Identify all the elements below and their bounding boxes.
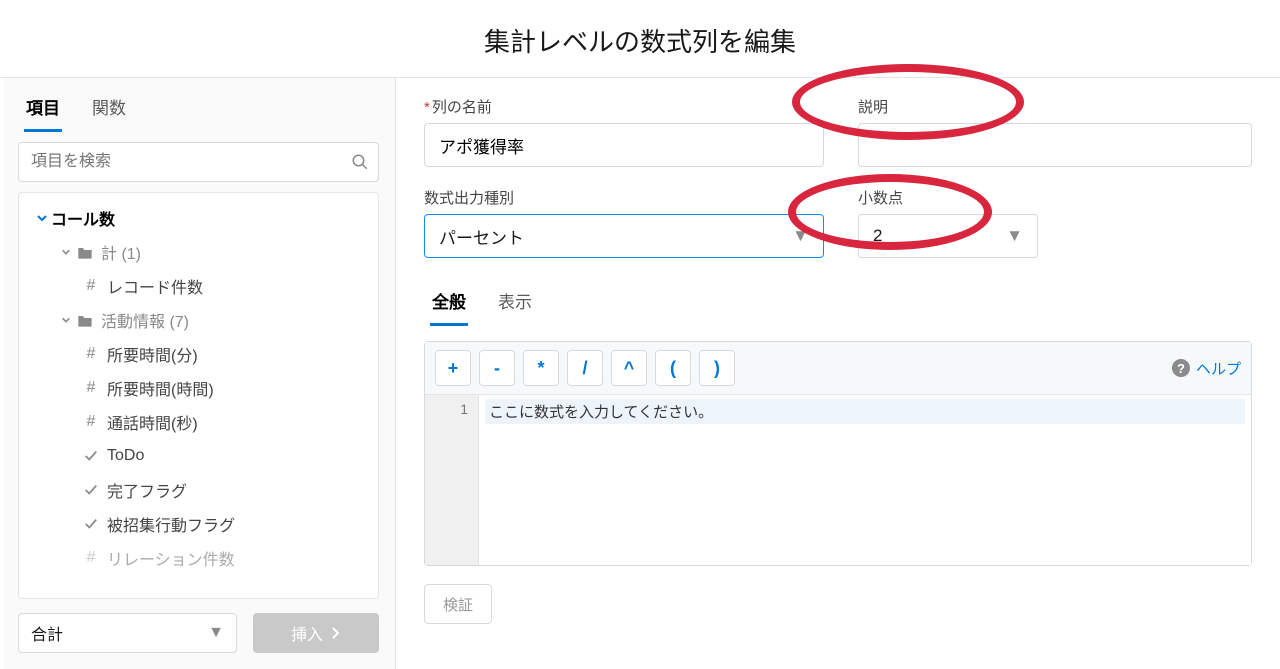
inner-tabs: 全般 表示 [430,278,1252,327]
aggregation-select[interactable]: 合計 ▼ [18,613,237,653]
editor-toolbar: + - * / ^ ( ) ? ヘルプ [425,342,1251,395]
tree-item-record-count[interactable]: # レコード件数 [23,269,374,303]
check-icon [81,483,101,497]
tree-group-label: 活動情報 (7) [101,308,189,332]
search-wrap [18,142,379,182]
tree-group-activity[interactable]: 活動情報 (7) [23,303,374,337]
tree-item[interactable]: #通話時間(秒) [23,405,374,439]
description-input[interactable] [858,123,1252,167]
chevron-down-icon [57,315,75,325]
output-type-select[interactable]: パーセント ▼ [424,214,824,258]
tab-general[interactable]: 全般 [430,278,468,326]
check-icon [81,517,101,531]
sidebar-tabs: 項目 関数 [16,78,381,132]
tree-group-total[interactable]: 計 (1) [23,235,374,269]
code-lines[interactable]: ここに数式を入力してください。 [479,395,1251,565]
tab-display[interactable]: 表示 [496,278,534,326]
op-rparen-button[interactable]: ) [699,350,735,386]
op-plus-button[interactable]: + [435,350,471,386]
decimal-select[interactable]: 2 ▼ [858,214,1038,258]
hash-icon: # [81,549,101,567]
op-power-button[interactable]: ^ [611,350,647,386]
tree-root-label: コール数 [51,206,115,230]
tab-functions[interactable]: 関数 [90,84,128,132]
chevron-down-icon [57,247,75,257]
tree-group-label: 計 (1) [101,240,141,264]
op-multiply-button[interactable]: * [523,350,559,386]
formula-editor: + - * / ^ ( ) ? ヘルプ 1 ここに数式を入力してください。 [424,341,1252,566]
op-lparen-button[interactable]: ( [655,350,691,386]
hash-icon: # [81,277,101,295]
column-name-label: *列の名前 [424,96,824,117]
tree-item[interactable]: #リレーション件数 [23,541,374,575]
tree-item[interactable]: 完了フラグ [23,473,374,507]
op-minus-button[interactable]: - [479,350,515,386]
tree-item[interactable]: ToDo [23,439,374,473]
field-tree: コール数 計 (1) # レコード件数 活動情報 (7) #所要時間(分) #所… [18,192,379,599]
hash-icon: # [81,345,101,363]
decimal-label: 小数点 [858,187,1038,208]
caret-down-icon: ▼ [1006,226,1023,246]
code-gutter: 1 [425,395,479,565]
tree-item[interactable]: 被招集行動フラグ [23,507,374,541]
insert-button[interactable]: 挿入 [253,613,379,653]
check-icon [81,449,101,463]
help-icon: ? [1172,359,1190,377]
tree-item[interactable]: #所要時間(時間) [23,371,374,405]
tree-item[interactable]: #所要時間(分) [23,337,374,371]
help-link[interactable]: ? ヘルプ [1172,358,1241,379]
tab-fields[interactable]: 項目 [24,84,62,132]
caret-down-icon: ▼ [208,624,224,642]
validate-button[interactable]: 検証 [424,584,492,624]
sidebar: 項目 関数 コール数 計 (1) # レコード件数 [4,78,396,669]
hash-icon: # [81,379,101,397]
panel: *列の名前 説明 数式出力種別 パーセント ▼ 小数点 2 ▼ [396,78,1280,669]
folder-icon [75,245,95,259]
page-title: 集計レベルの数式列を編集 [0,0,1280,77]
description-label: 説明 [858,96,1252,117]
chevron-down-icon [33,212,51,224]
search-icon [351,153,369,171]
caret-down-icon: ▼ [792,226,809,246]
column-name-input[interactable] [424,123,824,167]
code-area[interactable]: 1 ここに数式を入力してください。 [425,395,1251,565]
output-type-label: 数式出力種別 [424,187,824,208]
search-input[interactable] [18,142,379,182]
hash-icon: # [81,413,101,431]
folder-icon [75,313,95,327]
code-placeholder: ここに数式を入力してください。 [485,399,1245,424]
chevron-right-icon [331,627,341,639]
op-divide-button[interactable]: / [567,350,603,386]
sidebar-bottom: 合計 ▼ 挿入 [16,599,381,669]
tree-root[interactable]: コール数 [23,201,374,235]
